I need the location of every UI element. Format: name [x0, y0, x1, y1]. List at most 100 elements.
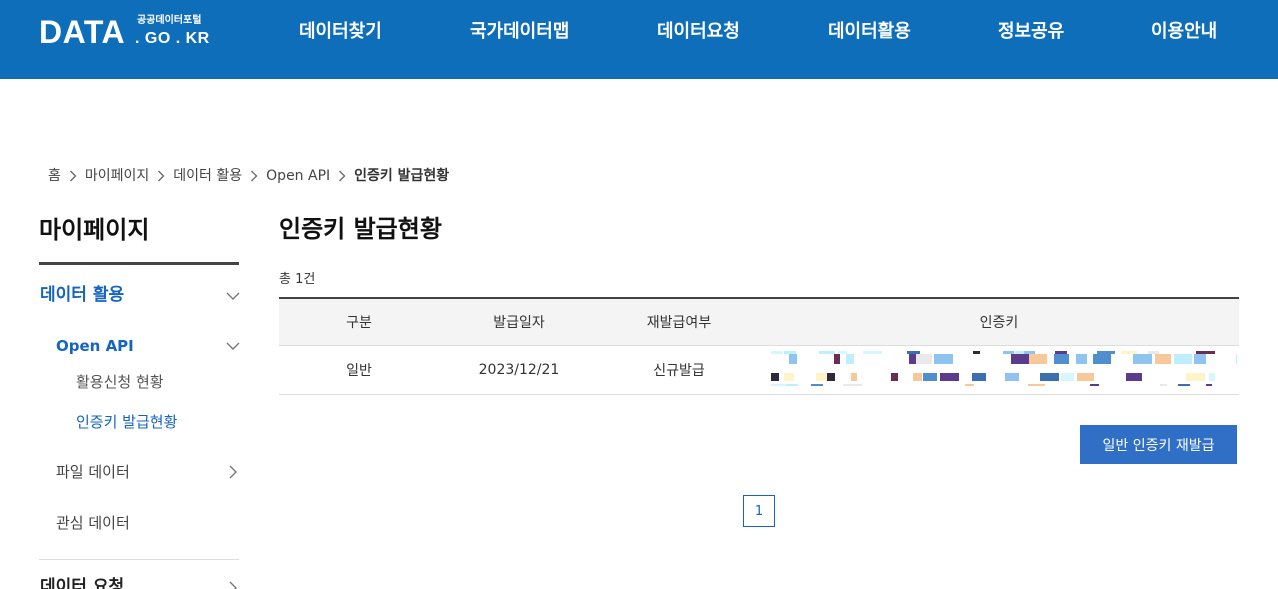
- sidebar-item-open-api[interactable]: Open API: [56, 335, 134, 357]
- mask-pixel: [1174, 354, 1192, 364]
- mask-pixel: [838, 351, 847, 354]
- mask-pixel: [916, 354, 932, 364]
- sidebar-item-data-request[interactable]: 데이터 요청: [40, 575, 124, 589]
- sidebar-divider: [39, 559, 239, 560]
- mask-pixel: [771, 351, 783, 354]
- logo-sub-top-text: 공공데이터포털: [137, 15, 202, 26]
- mask-pixel: [1178, 384, 1190, 386]
- mask-pixel: [891, 373, 898, 381]
- breadcrumb-mypage[interactable]: 마이페이지: [85, 166, 149, 186]
- sidebar-item-key-status[interactable]: 인증키 발급현황: [76, 411, 177, 433]
- total-count: 총 1건: [279, 272, 316, 287]
- mask-pixel: [1160, 384, 1167, 386]
- mask-pixel: [851, 373, 857, 381]
- mask-pixel: [1028, 384, 1045, 386]
- mask-pixel: [1003, 351, 1014, 354]
- mask-pixel: [913, 373, 922, 381]
- logo-main-text: DATA: [39, 14, 126, 50]
- nav-data-usage[interactable]: 데이터활용: [828, 20, 911, 44]
- sidebar-item-interest-data[interactable]: 관심 데이터: [56, 512, 130, 534]
- nav-data-search[interactable]: 데이터찾기: [299, 20, 382, 44]
- nav-data-request[interactable]: 데이터요청: [657, 20, 740, 44]
- mask-pixel: [843, 384, 862, 386]
- cell-reissue: 신규발급: [653, 363, 705, 379]
- mask-pixel: [816, 373, 827, 381]
- sidebar-item-data-usage[interactable]: 데이터 활용: [40, 283, 124, 307]
- mask-pixel: [907, 351, 920, 354]
- mask-pixel: [972, 373, 986, 381]
- mask-pixel: [1236, 354, 1237, 364]
- top-header: DATA 공공데이터포털 . GO . KR 데이터찾기 국가데이터맵 데이터요…: [0, 0, 1278, 79]
- mask-pixel: [1055, 351, 1067, 354]
- mask-pixel: [784, 351, 796, 354]
- sidebar-title-divider: [39, 262, 239, 265]
- mask-pixel: [1097, 351, 1115, 354]
- chevron-right-icon: [242, 170, 266, 182]
- mask-pixel: [940, 373, 959, 381]
- breadcrumb-open-api[interactable]: Open API: [266, 166, 330, 186]
- pagination-page-1[interactable]: 1: [743, 495, 775, 527]
- breadcrumb-data-usage[interactable]: 데이터 활용: [173, 166, 242, 186]
- header-type: 구분: [346, 315, 372, 331]
- sidebar-item-usage-application[interactable]: 활용신청 현황: [76, 371, 164, 393]
- mask-pixel: [1061, 373, 1074, 381]
- mask-pixel: [1054, 354, 1069, 364]
- mask-pixel: [771, 373, 779, 381]
- mask-pixel: [1076, 354, 1087, 364]
- header-issue-date: 발급일자: [493, 315, 545, 331]
- chevron-down-icon[interactable]: [225, 338, 241, 354]
- nav-guide[interactable]: 이용안내: [1151, 20, 1217, 44]
- chevron-down-icon[interactable]: [225, 288, 241, 304]
- mask-pixel: [1209, 373, 1215, 381]
- logo-sub-bottom-text: . GO . KR: [135, 30, 210, 47]
- mask-pixel: [819, 351, 835, 354]
- mask-pixel: [811, 384, 823, 386]
- mask-pixel: [1011, 354, 1029, 364]
- mask-pixel: [789, 354, 797, 364]
- nav-national-data-map[interactable]: 국가데이터맵: [470, 20, 569, 44]
- mask-pixel: [1133, 354, 1152, 364]
- header-auth-key: 인증키: [979, 315, 1019, 331]
- mask-pixel: [934, 354, 953, 364]
- breadcrumb: 홈 마이페이지 데이터 활용 Open API 인증키 발급현황: [48, 166, 449, 186]
- chevron-right-icon[interactable]: [225, 580, 241, 589]
- chevron-right-icon[interactable]: [225, 464, 241, 480]
- mask-pixel: [1015, 351, 1024, 354]
- mask-pixel: [786, 384, 798, 386]
- mask-pixel: [1093, 354, 1111, 364]
- mask-pixel: [1194, 354, 1206, 364]
- header-reissue: 재발급여부: [646, 315, 712, 331]
- mask-pixel: [1126, 373, 1142, 381]
- mask-pixel: [784, 373, 794, 381]
- nav-info-share[interactable]: 정보공유: [998, 20, 1064, 44]
- mask-pixel: [846, 354, 854, 364]
- mask-pixel: [1186, 373, 1205, 381]
- table-row: 일반 2023/12/21 신규발급: [279, 346, 1239, 395]
- mask-pixel: [923, 373, 937, 381]
- mask-pixel: [1029, 354, 1047, 364]
- sidebar-item-file-data[interactable]: 파일 데이터: [56, 461, 130, 483]
- mask-pixel: [1040, 373, 1059, 381]
- chevron-right-icon: [149, 170, 173, 182]
- mask-pixel: [1005, 373, 1019, 381]
- reissue-key-button[interactable]: 일반 인증키 재발급: [1080, 425, 1237, 464]
- mask-pixel: [771, 384, 786, 386]
- mask-pixel: [1155, 354, 1171, 364]
- mask-pixel: [1196, 351, 1215, 354]
- sidebar-title: 마이페이지: [39, 216, 150, 244]
- cell-issue-date: 2023/12/21: [478, 362, 560, 378]
- cell-type: 일반: [346, 363, 372, 379]
- mask-pixel: [863, 351, 882, 354]
- mask-pixel: [834, 354, 840, 364]
- mask-pixel: [909, 354, 916, 364]
- mask-pixel: [973, 351, 980, 354]
- page-title: 인증키 발급현황: [279, 215, 442, 243]
- mask-pixel: [1024, 351, 1035, 354]
- breadcrumb-home[interactable]: 홈: [48, 166, 61, 186]
- masked-auth-key: [771, 351, 1237, 386]
- mask-pixel: [1077, 373, 1094, 381]
- mask-pixel: [1121, 351, 1137, 354]
- mask-pixel: [1148, 351, 1159, 354]
- mask-pixel: [1090, 384, 1099, 386]
- table-header: 구분 발급일자 재발급여부 인증키: [279, 297, 1239, 346]
